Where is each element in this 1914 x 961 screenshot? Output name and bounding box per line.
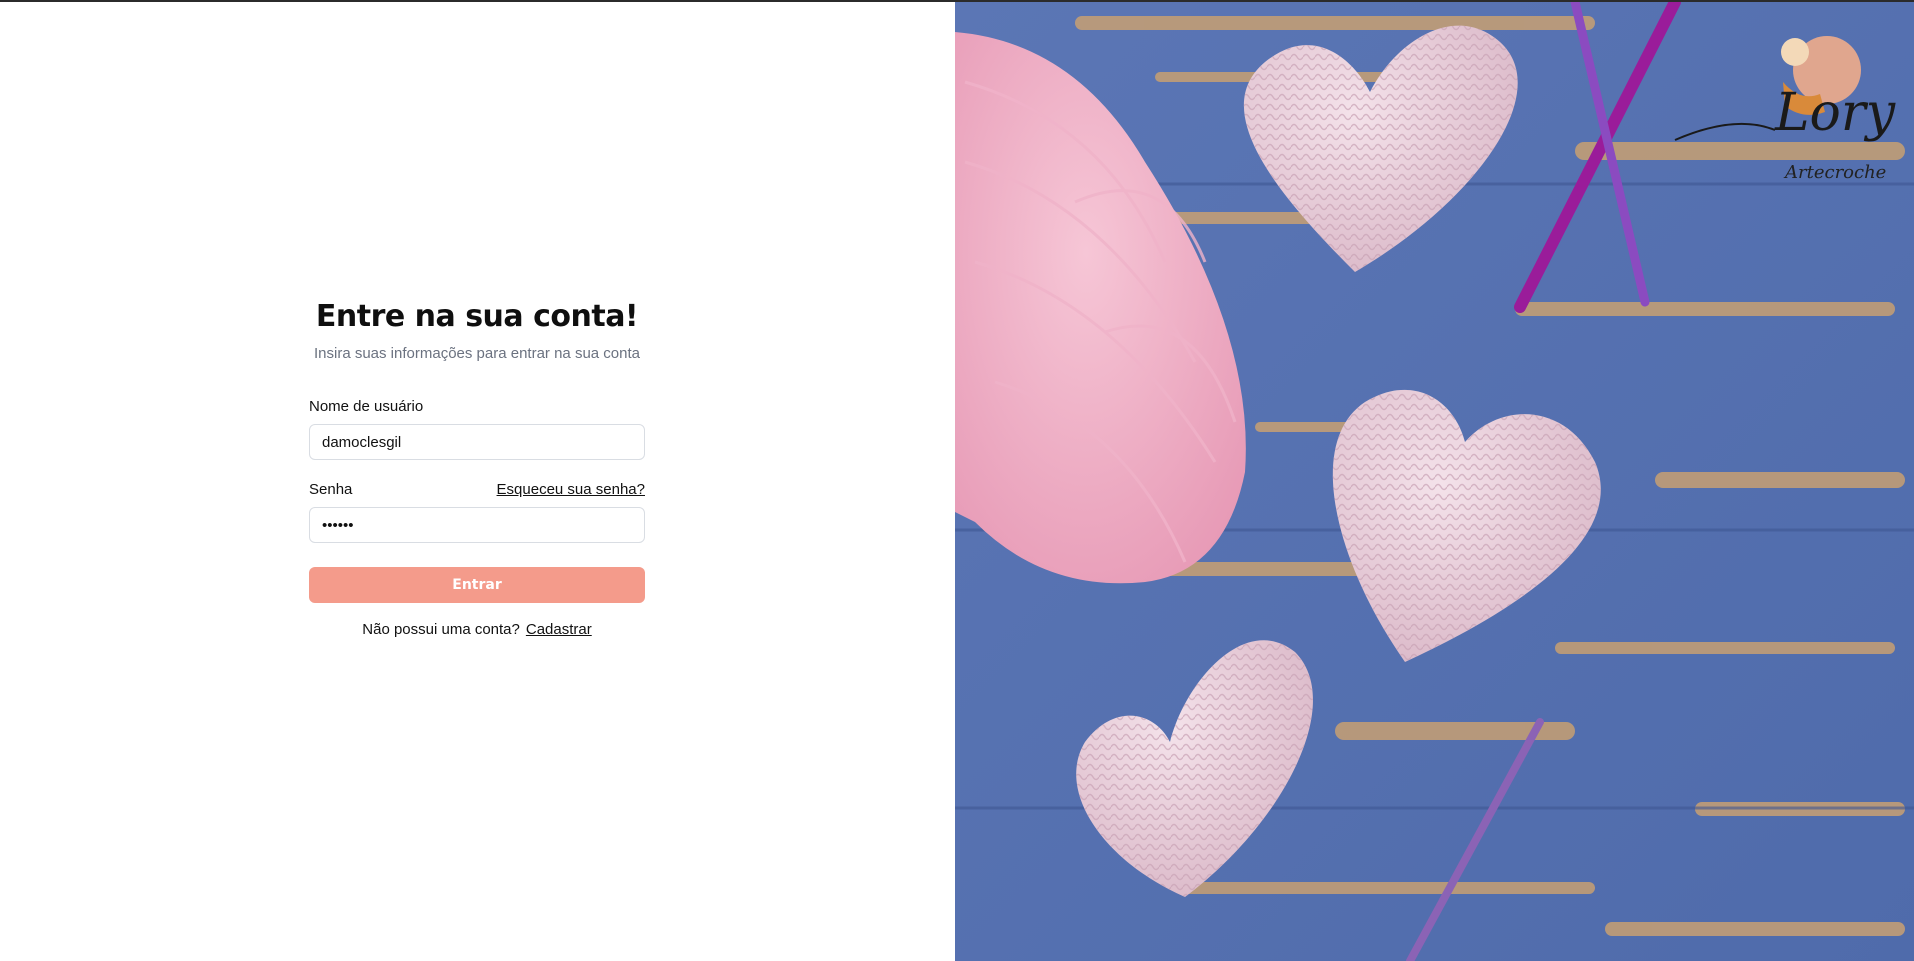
- forgot-password-link[interactable]: Esqueceu sua senha?: [497, 481, 645, 498]
- password-label: Senha: [309, 480, 353, 498]
- login-form: Entre na sua conta! Insira suas informaç…: [309, 298, 645, 638]
- hero-image-panel: Lory Artecroche: [955, 2, 1914, 961]
- password-group: Senha Esqueceu sua senha?: [309, 480, 645, 543]
- password-input[interactable]: [309, 507, 645, 543]
- signup-link[interactable]: Cadastrar: [526, 621, 592, 638]
- signup-row: Não possui uma conta? Cadastrar: [309, 621, 645, 638]
- login-button[interactable]: Entrar: [309, 567, 645, 603]
- svg-text:Lory: Lory: [1774, 83, 1896, 143]
- page-title: Entre na sua conta!: [315, 299, 639, 334]
- app-window: Entre na sua conta! Insira suas informaç…: [0, 2, 1914, 961]
- password-label-row: Senha Esqueceu sua senha?: [309, 480, 645, 498]
- login-panel: Entre na sua conta! Insira suas informaç…: [0, 2, 955, 961]
- username-group: Nome de usuário: [309, 397, 645, 460]
- username-label: Nome de usuário: [309, 397, 424, 415]
- username-input[interactable]: [309, 424, 645, 460]
- username-label-row: Nome de usuário: [309, 397, 645, 415]
- page-subtitle: Insira suas informações para entrar na s…: [313, 345, 640, 362]
- signup-prompt: Não possui uma conta?: [362, 621, 520, 638]
- svg-text:Artecroche: Artecroche: [1783, 162, 1886, 183]
- hero-image: Lory Artecroche: [955, 2, 1914, 961]
